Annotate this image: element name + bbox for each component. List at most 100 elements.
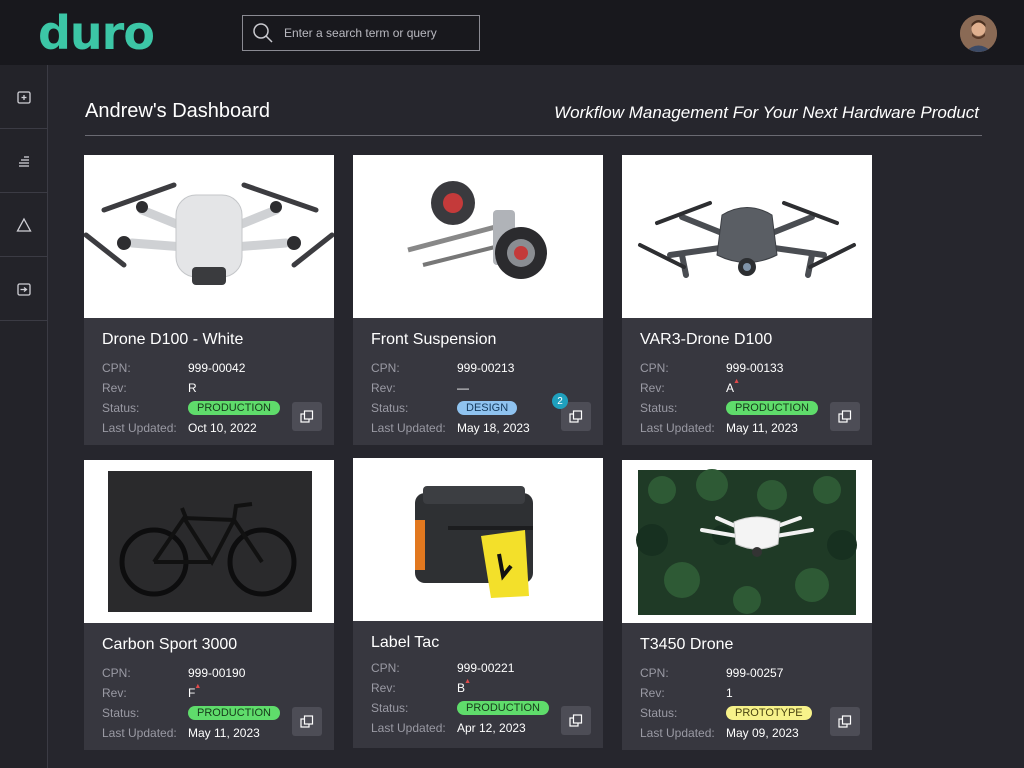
status-label: Status: xyxy=(102,706,140,720)
add-box-icon xyxy=(17,90,31,104)
product-name[interactable]: Drone D100 - White xyxy=(102,331,243,349)
status-badge: DESIGN xyxy=(457,401,518,415)
list-icon xyxy=(19,155,29,167)
status-badge: PRODUCTION xyxy=(188,706,280,720)
search-icon xyxy=(253,23,273,43)
cpn-value: 999-00133 xyxy=(726,361,784,375)
status-badge: PROTOTYPE xyxy=(726,706,812,720)
product-image[interactable] xyxy=(84,460,334,623)
rev-label: Rev: xyxy=(102,381,127,395)
updated-label: Last Updated: xyxy=(371,721,446,735)
updated-value: Apr 12, 2023 xyxy=(457,721,526,735)
duplicate-icon xyxy=(300,714,314,728)
sidebar-item-import[interactable] xyxy=(0,257,48,321)
import-box-icon xyxy=(17,282,31,296)
rev-label: Rev: xyxy=(640,381,665,395)
rev-label: Rev: xyxy=(640,686,665,700)
updated-label: Last Updated: xyxy=(640,421,715,435)
duplicate-button[interactable] xyxy=(830,707,860,736)
cpn-label: CPN: xyxy=(371,361,400,375)
updated-value: May 09, 2023 xyxy=(726,726,799,740)
product-name[interactable]: VAR3-Drone D100 xyxy=(640,331,772,349)
updated-label: Last Updated: xyxy=(640,726,715,740)
rev-warning-icon: ▲ xyxy=(464,678,472,685)
top-bar: duro xyxy=(0,0,1024,65)
product-name[interactable]: Label Tac xyxy=(371,634,439,652)
cpn-label: CPN: xyxy=(371,661,400,675)
status-label: Status: xyxy=(371,701,409,715)
duro-logo[interactable]: duro xyxy=(38,8,155,58)
cpn-value: 999-00257 xyxy=(726,666,784,680)
updated-label: Last Updated: xyxy=(102,726,177,740)
updated-value: May 18, 2023 xyxy=(457,421,530,435)
duplicate-button[interactable] xyxy=(292,402,322,431)
product-image[interactable] xyxy=(622,155,872,318)
sidebar-item-changes[interactable] xyxy=(0,193,48,257)
product-card[interactable]: Front Suspension CPN: 999-00213 Rev: — Sta… xyxy=(353,155,603,445)
rev-value: 1 xyxy=(726,686,733,700)
updated-value: May 11, 2023 xyxy=(188,726,260,740)
status-badge: PRODUCTION xyxy=(726,401,818,415)
duplicate-icon xyxy=(838,714,852,728)
cpn-value: 999-00221 xyxy=(457,661,515,675)
sidebar-item-list[interactable] xyxy=(0,129,48,193)
rev-label: Rev: xyxy=(371,681,396,695)
search-box[interactable] xyxy=(242,15,480,51)
divider xyxy=(85,135,982,136)
tagline: Workflow Management For Your Next Hardwa… xyxy=(554,103,979,122)
cpn-label: CPN: xyxy=(640,361,669,375)
rev-value: B ▲ xyxy=(457,678,472,695)
status-label: Status: xyxy=(371,401,409,415)
product-card[interactable]: Carbon Sport 3000 CPN: 999-00190 Rev: F ▲ S… xyxy=(84,460,334,750)
cpn-value: 999-00213 xyxy=(457,361,515,375)
status-label: Status: xyxy=(640,706,678,720)
duplicate-icon xyxy=(569,713,583,727)
rev-warning-icon: ▲ xyxy=(733,378,741,385)
product-card[interactable]: Drone D100 - White CPN: 999-00042 Rev: R S… xyxy=(84,155,334,445)
cpn-value: 999-00042 xyxy=(188,361,246,375)
updated-value: Oct 10, 2022 xyxy=(188,421,257,435)
product-name[interactable]: Carbon Sport 3000 xyxy=(102,636,237,654)
product-name[interactable]: T3450 Drone xyxy=(640,636,733,654)
updated-label: Last Updated: xyxy=(102,421,177,435)
rev-label: Rev: xyxy=(371,381,396,395)
product-card[interactable]: T3450 Drone CPN: 999-00257 Rev: 1 Status: P… xyxy=(622,460,872,750)
product-image[interactable] xyxy=(84,155,334,318)
cpn-value: 999-00190 xyxy=(188,666,246,680)
duplicate-icon xyxy=(300,409,314,423)
status-label: Status: xyxy=(102,401,140,415)
cpn-label: CPN: xyxy=(102,666,131,680)
notification-badge[interactable]: 2 xyxy=(552,393,568,409)
product-image[interactable] xyxy=(353,155,603,318)
triangle-icon xyxy=(16,217,32,232)
cpn-label: CPN: xyxy=(102,361,131,375)
status-label: Status: xyxy=(640,401,678,415)
product-card[interactable]: Label Tac CPN: 999-00221 Rev: B ▲ Status: PR… xyxy=(353,458,603,748)
rev-value: — xyxy=(457,381,469,395)
rev-warning-icon: ▲ xyxy=(194,683,202,690)
rev-value: F ▲ xyxy=(188,683,202,700)
sidebar-item-add[interactable] xyxy=(0,65,48,129)
product-name[interactable]: Front Suspension xyxy=(371,331,496,349)
duplicate-icon xyxy=(838,409,852,423)
sidebar xyxy=(0,65,48,768)
status-badge: PRODUCTION xyxy=(188,401,280,415)
duplicate-button[interactable] xyxy=(830,402,860,431)
product-card[interactable]: VAR3-Drone D100 CPN: 999-00133 Rev: A ▲ Sta… xyxy=(622,155,872,445)
rev-label: Rev: xyxy=(102,686,127,700)
duplicate-button[interactable] xyxy=(561,706,591,735)
product-image[interactable] xyxy=(622,460,872,623)
updated-label: Last Updated: xyxy=(371,421,446,435)
duplicate-icon xyxy=(569,409,583,423)
search-input[interactable] xyxy=(282,25,466,41)
page-title: Andrew's Dashboard xyxy=(85,100,271,122)
user-avatar[interactable] xyxy=(960,15,997,52)
updated-value: May 11, 2023 xyxy=(726,421,798,435)
product-image[interactable] xyxy=(353,458,603,621)
duplicate-button[interactable] xyxy=(292,707,322,736)
rev-value: A ▲ xyxy=(726,378,741,395)
rev-value: R xyxy=(188,381,197,395)
cpn-label: CPN: xyxy=(640,666,669,680)
status-badge: PRODUCTION xyxy=(457,701,549,715)
main-content: Andrew's Dashboard Workflow Management F… xyxy=(48,65,1024,768)
